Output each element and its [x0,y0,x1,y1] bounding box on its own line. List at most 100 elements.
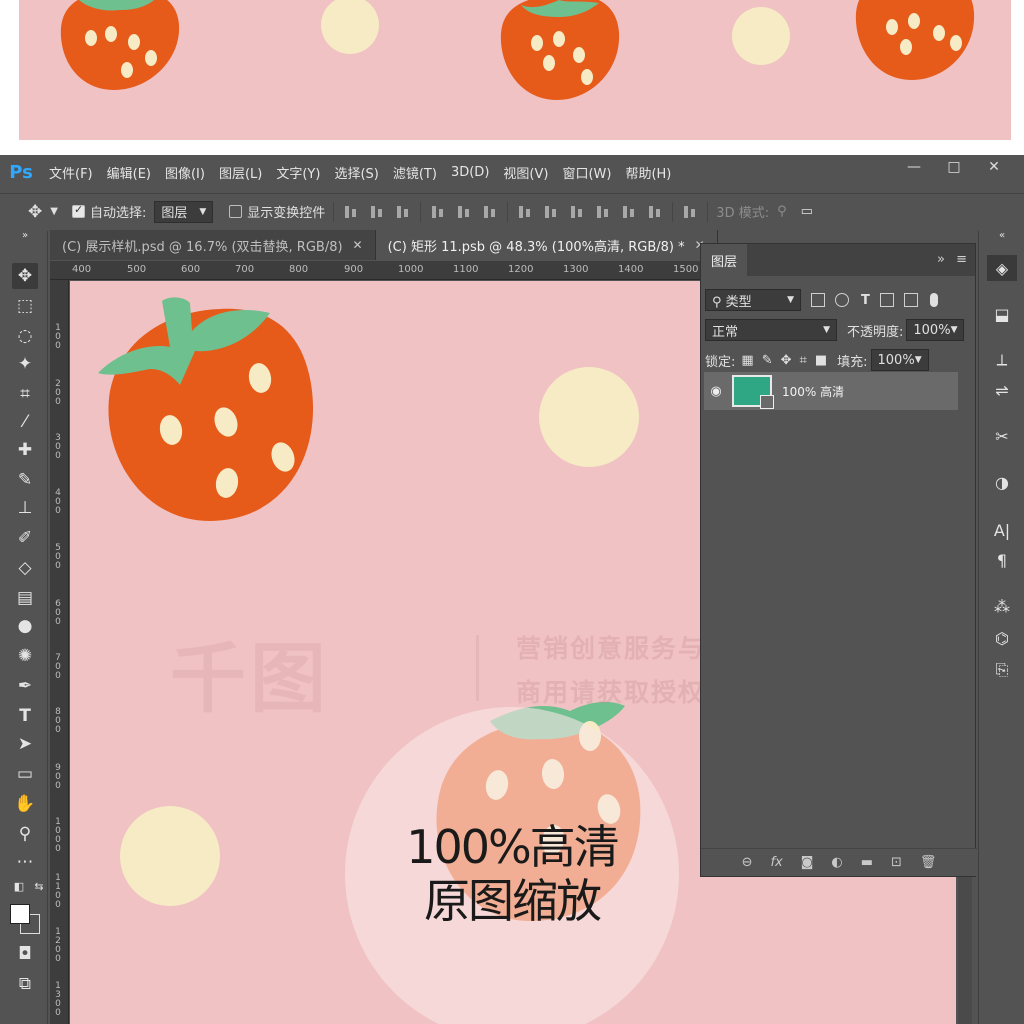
show-transform-option[interactable]: 显示变换控件 [229,202,325,221]
adjustment-layer-icon[interactable]: ◐ [831,855,842,870]
close-window-button[interactable]: ✕ [974,155,1014,179]
layer-filter-dropdown[interactable]: ⚲ 类型 ▼ [705,289,801,311]
crop-tool-icon[interactable]: ⌗ [12,381,38,407]
filter-toggle-icon[interactable] [929,293,938,307]
tab-layers[interactable]: 图层 [701,244,748,276]
align-left-icon[interactable] [429,203,447,221]
filter-pixel-icon[interactable] [811,293,825,307]
workspace-icon[interactable]: ▭ [801,204,813,219]
align-right-icon[interactable] [481,203,499,221]
layer-name[interactable]: 100% 高清 [782,383,844,400]
new-layer-icon[interactable]: ⊡ [891,855,902,870]
foreground-color-swatch[interactable] [10,904,30,924]
layers-panel-icon[interactable]: ◈ [987,255,1017,281]
menu-help[interactable]: 帮助(H) [618,163,678,182]
dodge-tool-icon[interactable]: ✺ [12,643,38,669]
menu-window[interactable]: 窗口(W) [555,163,618,182]
type-tool-icon[interactable]: T [12,703,38,729]
collapse-panel-icon[interactable]: » [937,252,945,267]
filter-shape-icon[interactable] [879,293,894,307]
auto-select-checkbox[interactable] [71,203,85,218]
menu-file[interactable]: 文件(F) [42,163,100,182]
properties-panel-icon[interactable]: ⎘ [987,657,1017,683]
lasso-tool-icon[interactable]: ◌ [12,323,38,349]
lock-artboard-icon[interactable]: ⌗ [800,353,807,368]
blend-mode-dropdown[interactable]: 正常 ▼ [705,319,837,341]
filter-adjustment-icon[interactable] [835,293,849,307]
menu-select[interactable]: 选择(S) [327,163,385,182]
tool-preset-dropdown[interactable]: ▼ [50,206,58,217]
eye-icon[interactable]: ◉ [704,384,728,399]
lock-transparency-icon[interactable]: ▦ [741,353,753,368]
screen-mode-icon[interactable]: ⧉ [12,971,38,997]
lock-pixels-icon[interactable]: ✎ [762,353,773,368]
more-tools-icon[interactable]: ⋯ [12,849,38,875]
eyedropper-tool-icon[interactable]: ⁄ [12,409,38,435]
menu-image[interactable]: 图像(I) [158,163,212,182]
new-group-icon[interactable]: ▬ [861,855,873,870]
swap-colors-icon[interactable]: ⇆ [26,873,52,899]
paths-panel-icon[interactable]: ⌬ [987,625,1017,651]
move-tool-icon[interactable]: ✥ [12,263,38,289]
auto-select-target-dropdown[interactable]: 图层 ▼ [154,200,214,223]
brush-settings-icon[interactable]: ⟂ [987,347,1017,373]
adjustments-panel-icon[interactable]: ⇌ [987,377,1017,403]
move-tool-icon[interactable]: ✥ [28,202,42,222]
eraser-tool-icon[interactable]: ◇ [12,555,38,581]
fx-icon[interactable]: fx [770,855,782,870]
filter-type-icon[interactable]: T [861,293,870,308]
minimize-button[interactable]: — [894,155,934,179]
link-layers-icon[interactable]: ⊖ [742,855,753,870]
distribute-top-icon[interactable] [516,203,534,221]
shape-tool-icon[interactable]: ▭ [12,761,38,787]
paragraph-panel-icon[interactable]: ¶ [987,547,1017,573]
distribute-left-icon[interactable] [594,203,612,221]
quick-mask-icon[interactable]: ◘ [12,941,38,967]
path-select-tool-icon[interactable]: ➤ [12,731,38,757]
menu-type[interactable]: 文字(Y) [269,163,327,182]
lock-all-icon[interactable]: ■ [815,353,827,368]
color-panel-icon[interactable]: ◑ [987,469,1017,495]
3d-orbit-icon[interactable]: ⚲ [777,204,787,219]
magic-wand-tool-icon[interactable]: ✦ [12,351,38,377]
close-icon[interactable]: ✕ [353,238,363,252]
menu-layer[interactable]: 图层(L) [212,163,269,182]
filter-smart-object-icon[interactable] [903,293,918,307]
channels-panel-icon[interactable]: ⬓ [987,301,1017,327]
history-brush-tool-icon[interactable]: ✐ [12,525,38,551]
fill-field[interactable]: 100% ▼ [870,349,929,371]
auto-align-icon[interactable] [681,203,699,221]
zoom-tool-icon[interactable]: ⚲ [12,821,38,847]
distribute-vcenter-icon[interactable] [542,203,560,221]
healing-brush-tool-icon[interactable]: ✚ [12,437,38,463]
collapse-toolbar-icon[interactable]: » [12,229,38,241]
align-bottom-icon[interactable] [394,203,412,221]
opacity-field[interactable]: 100% ▼ [906,319,965,341]
brush-tool-icon[interactable]: ✎ [12,467,38,493]
blur-tool-icon[interactable]: ● [12,613,38,639]
menu-filter[interactable]: 滤镜(T) [386,163,444,182]
distribute-right-icon[interactable] [646,203,664,221]
menu-3d[interactable]: 3D(D) [444,165,496,180]
lock-position-icon[interactable]: ✥ [781,353,792,368]
collapse-dock-icon[interactable]: « [987,229,1017,241]
gradient-tool-icon[interactable]: ▤ [12,585,38,611]
tab-mockup-psd[interactable]: (C) 展示样机.psd @ 16.7% (双击替换, RGB/8) ✕ [50,230,376,260]
hand-tool-icon[interactable]: ✋ [12,791,38,817]
pen-tool-icon[interactable]: ✒ [12,673,38,699]
layer-item[interactable]: ◉ 100% 高清 [704,372,958,410]
tools-panel-icon[interactable]: ✂ [987,423,1017,449]
align-hcenter-icon[interactable] [455,203,473,221]
maximize-button[interactable]: □ [934,155,974,179]
align-vcenter-icon[interactable] [368,203,386,221]
tab-rectangle-psb[interactable]: (C) 矩形 11.psb @ 48.3% (100%高清, RGB/8) * … [375,230,718,260]
panel-menu-icon[interactable]: ≡ [956,252,967,267]
libraries-panel-icon[interactable]: ⁂ [987,593,1017,619]
distribute-bottom-icon[interactable] [568,203,586,221]
marquee-tool-icon[interactable]: ⬚ [12,293,38,319]
add-mask-icon[interactable]: ◙ [801,855,814,870]
auto-select-option[interactable]: 自动选择: [71,202,146,221]
vertical-ruler[interactable]: 100 200 300 400 500 600 700 800 900 1000… [50,280,69,1024]
menu-view[interactable]: 视图(V) [496,163,555,182]
distribute-hcenter-icon[interactable] [620,203,638,221]
